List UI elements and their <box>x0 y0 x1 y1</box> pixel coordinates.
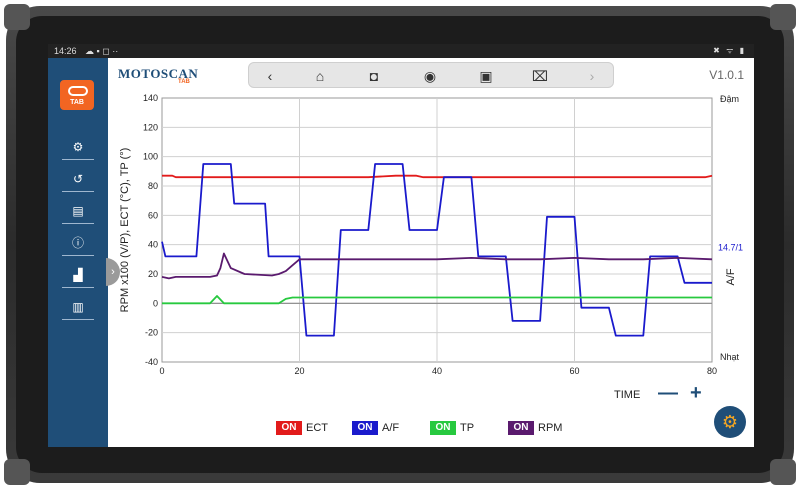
legend-ect[interactable]: ON ECT <box>276 420 328 436</box>
record-button[interactable]: ◉ <box>419 66 441 86</box>
toolbar: ‹ ⌂ ◘ ◉ ▣ ⌧ › <box>248 62 614 88</box>
time-axis-label: TIME <box>614 389 641 401</box>
corner-bumper <box>4 459 30 485</box>
y-tick-label: 40 <box>148 240 158 250</box>
settings-button[interactable]: ⚙ <box>714 406 746 438</box>
legend-toggle-badge[interactable]: ON <box>430 421 456 436</box>
y-tick-label: 80 <box>148 181 158 191</box>
y-tick-label: -20 <box>145 328 158 338</box>
legend-label: A/F <box>382 422 400 434</box>
x-tick-label: 0 <box>159 366 164 376</box>
x-tick-label: 60 <box>569 366 579 376</box>
rich-label: Đậm <box>720 94 739 104</box>
chevron-left-icon: ‹ <box>267 68 273 84</box>
x-tick-label: 20 <box>294 366 304 376</box>
chevron-right-icon: › <box>589 68 595 84</box>
factory-icon: ▟ <box>73 268 83 282</box>
x-tick-label: 80 <box>707 366 717 376</box>
sidebar-item-info[interactable]: ⓘ <box>62 234 94 256</box>
y-tick-label: -40 <box>145 357 158 367</box>
y-tick-label: 140 <box>143 94 158 103</box>
y-tick-label: 60 <box>148 210 158 220</box>
plus-icon: + <box>690 382 702 404</box>
legend-toggle-badge[interactable]: ON <box>508 421 534 436</box>
status-icons-right: ✖ ᯤ ▮ <box>713 46 746 55</box>
delete-button[interactable]: ⌧ <box>529 66 551 86</box>
stoich-ratio-label: 14.7/1 <box>718 243 743 253</box>
corner-bumper <box>770 4 796 30</box>
status-icons-left: ☁ ▪ ◻ ·· <box>85 46 119 56</box>
home-icon: ⌂ <box>315 68 325 84</box>
corner-bumper <box>4 4 30 30</box>
save-file-icon: ▣ <box>479 68 493 84</box>
clipboard-icon: ▤ <box>72 204 84 218</box>
back-button[interactable]: ‹ <box>259 66 281 86</box>
delete-file-icon: ⌧ <box>531 68 549 84</box>
info-icon: ⓘ <box>71 236 84 250</box>
screen: 14:26 ☁ ▪ ◻ ·· ✖ ᯤ ▮ TAB ⚙ ↺ ▤ ⓘ ▟ ▥ › M… <box>48 44 754 447</box>
legend-rpm[interactable]: ON RPM <box>508 420 562 436</box>
bank-icon: ▥ <box>72 300 84 314</box>
screenshot-button[interactable]: ◘ <box>363 66 385 86</box>
sidebar-item-factory[interactable]: ▟ <box>62 266 94 288</box>
status-time: 14:26 <box>54 46 77 56</box>
legend-af[interactable]: ON A/F <box>352 420 399 436</box>
sidebar: TAB ⚙ ↺ ▤ ⓘ ▟ ▥ <box>48 58 108 447</box>
sidebar-item-report[interactable]: ▤ <box>62 202 94 224</box>
logo-label: TAB <box>70 99 84 106</box>
sidebar-item-parameters[interactable]: ⚙ <box>62 138 94 160</box>
motorbike-icon <box>68 86 88 96</box>
legend-toggle-badge[interactable]: ON <box>352 421 378 436</box>
status-bar: 14:26 ☁ ▪ ◻ ·· ✖ ᯤ ▮ <box>48 44 754 58</box>
legend-toggle-badge[interactable]: ON <box>276 421 302 436</box>
x-tick-label: 40 <box>432 366 442 376</box>
zoom-in-button[interactable]: + <box>690 382 702 405</box>
legend-label: ECT <box>306 422 328 434</box>
forward-button[interactable]: › <box>581 66 603 86</box>
y-axis-label: RPM x100 (V/P), ECT (°C), TP (°) <box>119 148 131 313</box>
legend-label: RPM <box>538 422 563 434</box>
y-tick-label: 120 <box>143 122 158 132</box>
tab-logo[interactable]: TAB <box>60 80 94 110</box>
save-button[interactable]: ▣ <box>475 66 497 86</box>
history-icon: ↺ <box>72 172 84 186</box>
y-tick-label: 100 <box>143 152 158 162</box>
lean-label: Nhạt <box>720 352 740 362</box>
brand-sub: TAB <box>178 79 190 85</box>
live-data-chart[interactable]: 0 20 40 60 80 -40 -20 0 20 40 60 80 100 120 140 RPM x10… <box>112 94 752 384</box>
right-axis-label: A/F <box>725 268 737 285</box>
y-tick-label: 20 <box>148 269 158 279</box>
zoom-out-button[interactable]: — <box>658 382 678 405</box>
minus-icon: — <box>658 382 678 404</box>
y-tick-label: 0 <box>153 298 158 308</box>
gear-icon: ⚙ <box>721 412 739 432</box>
camera-icon: ◘ <box>369 68 379 84</box>
sidebar-item-bank[interactable]: ▥ <box>62 298 94 320</box>
legend-label: TP <box>460 422 475 434</box>
record-icon: ◉ <box>423 68 437 84</box>
corner-bumper <box>770 459 796 485</box>
home-button[interactable]: ⌂ <box>309 66 331 86</box>
legend-tp[interactable]: ON TP <box>430 420 474 436</box>
app-version: V1.0.1 <box>709 68 744 82</box>
sidebar-item-history[interactable]: ↺ <box>62 170 94 192</box>
parameters-icon: ⚙ <box>72 140 84 154</box>
